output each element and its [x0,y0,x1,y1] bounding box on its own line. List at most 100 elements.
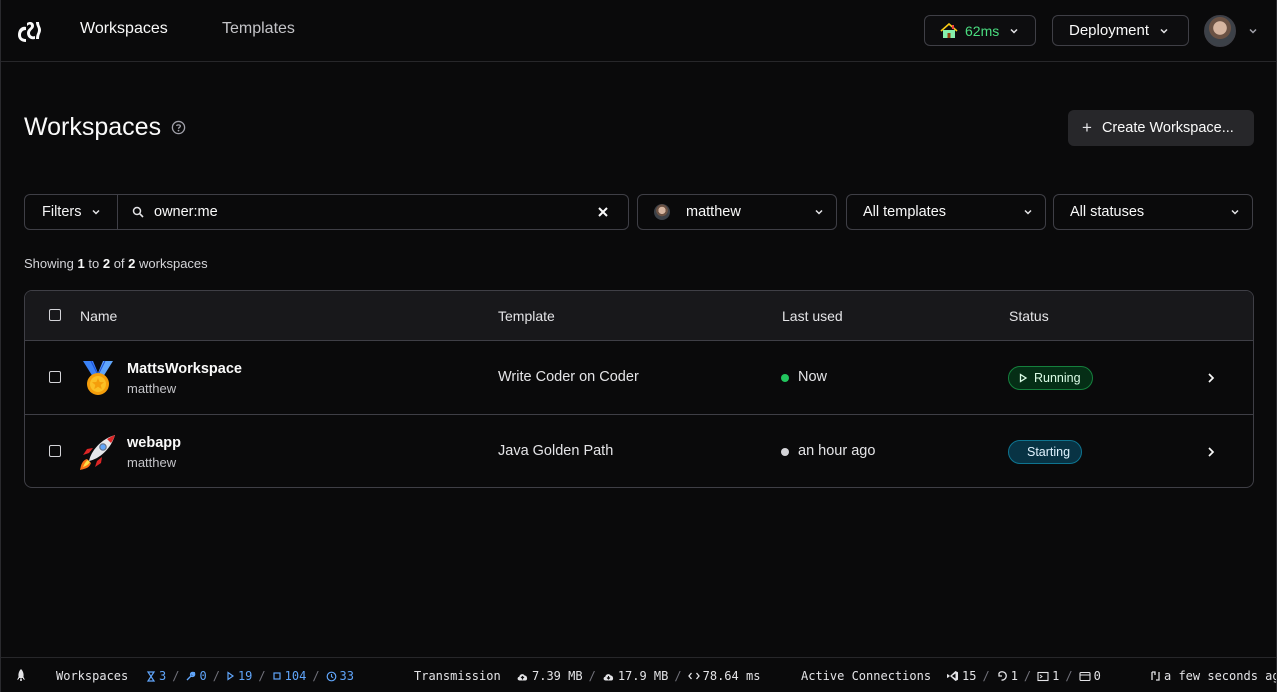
medal-icon [79,359,117,397]
activity-dot [781,448,789,456]
workspace-owner: matthew [127,455,176,470]
workspace-template: Java Golden Path [498,443,613,459]
filters-label: Filters [42,204,81,220]
create-workspace-button[interactable]: + Create Workspace... [1068,110,1254,146]
clock-icon [326,671,337,682]
status-text: Running [1034,371,1081,385]
count-pending: 3 [159,669,166,683]
results-prefix: Showing [24,256,74,271]
deployment-label: Deployment [1069,22,1149,39]
help-icon[interactable] [171,120,186,135]
workspace-template: Write Coder on Coder [498,369,639,385]
last-updated-text: a few seconds ago [1164,669,1276,683]
chevron-down-icon [1009,26,1019,36]
chevron-down-icon [91,207,101,217]
workspace-name[interactable]: webapp [127,435,181,451]
column-last-used[interactable]: Last used [782,308,843,324]
cloud-download-icon [602,671,615,682]
close-icon[interactable] [596,205,610,219]
jetbrains-count: 1 [1011,669,1018,683]
workspace-owner: matthew [127,381,176,396]
workspace-name[interactable]: MattsWorkspace [127,361,242,377]
select-all-checkbox[interactable] [49,309,61,321]
latency-button[interactable]: 62ms [924,15,1036,46]
statusbar-workspaces-label: Workspaces [56,669,128,683]
app-window: Workspaces Templates 62ms Deployment Wor… [0,0,1277,692]
statusbar-transmission-label: Transmission [414,669,501,683]
top-navbar: Workspaces Templates 62ms Deployment [1,0,1276,62]
chevron-down-icon [1159,26,1169,36]
nav-templates[interactable]: Templates [222,20,295,38]
statusbar-connections-label: Active Connections [801,669,931,683]
wrench-icon [185,671,196,682]
latency-value: 62ms [965,23,999,39]
jetbrains-icon [996,670,1008,682]
owner-select[interactable]: matthew [637,194,837,230]
coder-logo-icon[interactable] [15,18,43,44]
count-outdated: 33 [340,669,354,683]
deployment-menu-button[interactable]: Deployment [1052,15,1189,46]
chevron-right-icon[interactable] [1205,372,1217,384]
search-input[interactable] [154,204,574,220]
status-badge: Starting [1008,440,1082,464]
table-row[interactable]: MattsWorkspace matthew Write Coder on Co… [25,341,1253,415]
filters-button[interactable]: Filters [25,195,118,229]
house-icon [940,23,958,39]
results-total: 2 [128,256,135,271]
count-running: 19 [238,669,252,683]
page-title: Workspaces [24,113,161,142]
chevron-down-icon [814,207,824,217]
owner-value: matthew [686,204,741,220]
hourglass-icon [146,671,156,682]
stop-icon [272,671,282,681]
row-checkbox[interactable] [49,445,61,457]
nav-workspaces[interactable]: Workspaces [80,20,168,38]
status-badge: Running [1008,366,1093,390]
column-status[interactable]: Status [1009,308,1049,324]
template-value: All templates [863,204,946,220]
count-building: 0 [199,669,206,683]
search-box [118,195,628,229]
template-select[interactable]: All templates [846,194,1046,230]
status-select[interactable]: All statuses [1053,194,1253,230]
workspace-counts[interactable]: 3 / 0 / 19 / 104 / 33 [146,669,354,683]
last-updated[interactable]: a few seconds ago [1150,669,1276,683]
download-value: 17.9 MB [618,669,669,683]
avatar [654,204,670,220]
workspace-last-used: an hour ago [798,443,875,459]
search-icon [132,206,144,218]
activity-dot [781,374,789,382]
terminal-icon [1037,671,1049,682]
terminal-count: 1 [1052,669,1059,683]
results-to-word: to [88,256,99,271]
column-name[interactable]: Name [80,308,117,324]
table-row[interactable]: webapp matthew Java Golden Path an hour … [25,415,1253,488]
avatar [1204,15,1236,47]
count-stopped: 104 [285,669,307,683]
play-icon [226,671,235,681]
row-checkbox[interactable] [49,371,61,383]
vscode-count: 15 [962,669,976,683]
transmission-stats[interactable]: 7.39 MB / 17.9 MB / 78.64 ms [516,669,760,683]
connection-stats[interactable]: 15 / 1 / 1 / 0 [946,669,1101,683]
user-menu[interactable] [1204,15,1258,47]
results-from: 1 [78,256,85,271]
results-of-word: of [114,256,125,271]
results-count: Showing 1 to 2 of 2 workspaces [24,256,208,271]
workspaces-table: Name Template Last used Status MattsWork… [24,290,1254,488]
play-icon [1018,373,1028,383]
rocket-icon [79,433,117,471]
chevron-right-icon[interactable] [1205,446,1217,458]
chevron-down-icon [1248,26,1258,36]
cloud-upload-icon [516,671,529,682]
filter-bar: Filters [24,194,629,230]
chevron-down-icon [1023,207,1033,217]
results-to: 2 [103,256,110,271]
upload-value: 7.39 MB [532,669,583,683]
plus-icon: + [1082,118,1092,138]
latency-stat: 78.64 ms [703,669,761,683]
arrows-horizontal-icon [688,671,700,681]
column-template[interactable]: Template [498,308,555,324]
status-value: All statuses [1070,204,1144,220]
create-workspace-label: Create Workspace... [1102,120,1234,136]
